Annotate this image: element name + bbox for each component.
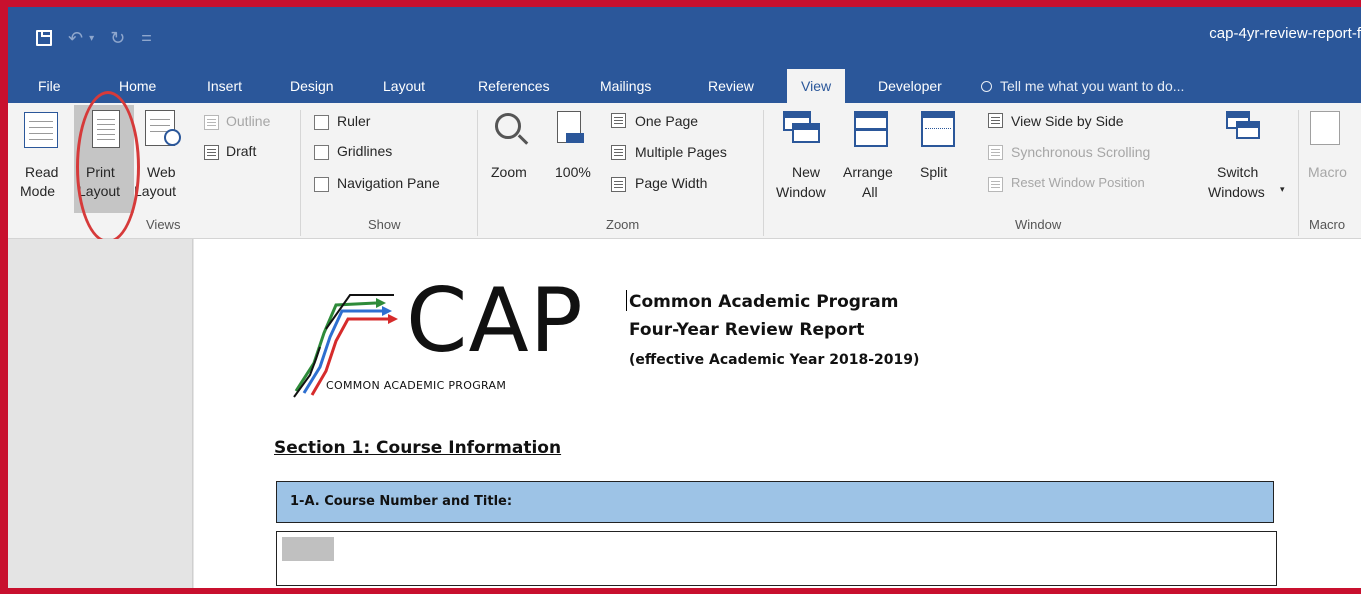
navigation-pane-checkbox[interactable] <box>314 177 329 192</box>
read-mode-label-1[interactable]: Read <box>25 164 58 180</box>
title-bar: ↶ ▾ ↻ = cap-4yr-review-report-f <box>8 7 1361 69</box>
one-page-button[interactable]: One Page <box>635 113 698 129</box>
course-field-label: 1-A. Course Number and Title: <box>290 494 513 509</box>
tab-file[interactable]: File <box>38 69 61 103</box>
lightbulb-icon <box>981 81 992 92</box>
new-window-icon-2 <box>792 123 820 143</box>
heading-program: Common Academic Program <box>629 292 899 312</box>
separator <box>1298 110 1299 236</box>
draft-button[interactable]: Draft <box>226 143 256 159</box>
tab-layout[interactable]: Layout <box>383 69 425 103</box>
globe-icon <box>164 129 181 146</box>
reset-position-button[interactable]: Reset Window Position <box>1011 175 1145 190</box>
split-icon[interactable] <box>921 111 955 147</box>
section-heading: Section 1: Course Information <box>274 438 562 458</box>
page-width-button[interactable]: Page Width <box>635 175 707 191</box>
window-group-label: Window <box>1015 217 1062 232</box>
annotation-ellipse <box>76 91 140 243</box>
web-layout-label-1[interactable]: Web <box>147 164 176 180</box>
side-by-side-icon <box>988 113 1003 128</box>
ribbon-tabs: File Home Insert Design Layout Reference… <box>8 69 1361 103</box>
navigation-pane-label: Navigation Pane <box>337 175 440 191</box>
read-mode-label-2[interactable]: Mode <box>20 183 55 199</box>
new-window-label-2[interactable]: Window <box>776 184 826 200</box>
multiple-pages-icon <box>611 145 626 160</box>
one-page-icon <box>611 113 626 128</box>
sync-scroll-icon <box>988 145 1003 160</box>
cap-logo-word: CAP <box>406 269 584 372</box>
macros-icon[interactable] <box>1310 111 1340 145</box>
read-mode-icon[interactable] <box>24 112 58 148</box>
ruler-checkbox[interactable] <box>314 115 329 130</box>
gridlines-label: Gridlines <box>337 143 393 159</box>
undo-dropdown-icon[interactable]: ▾ <box>89 33 94 44</box>
quick-access-toolbar: ↶ ▾ ↻ = <box>8 7 152 69</box>
tab-view[interactable]: View <box>787 69 846 103</box>
split-button[interactable]: Split <box>920 164 947 180</box>
tab-review[interactable]: Review <box>708 69 754 103</box>
switch-windows-dropdown-icon[interactable]: ▾ <box>1280 184 1285 195</box>
arrange-all-label-2[interactable]: All <box>862 184 878 200</box>
hundred-percent-button[interactable]: 100% <box>555 164 591 180</box>
save-icon[interactable] <box>36 30 52 46</box>
reset-position-icon <box>988 177 1003 192</box>
document-title: cap-4yr-review-report-f <box>1209 25 1361 42</box>
zoom-button[interactable]: Zoom <box>491 164 527 180</box>
outline-button[interactable]: Outline <box>226 113 270 129</box>
zoom-group-label: Zoom <box>606 217 640 232</box>
views-group-label: Views <box>146 217 181 232</box>
outline-icon <box>204 115 219 130</box>
macros-button[interactable]: Macro <box>1308 164 1347 180</box>
sync-scroll-button[interactable]: Synchronous Scrolling <box>1011 144 1150 160</box>
tab-design[interactable]: Design <box>290 69 334 103</box>
cap-logo-subtitle: COMMON ACADEMIC PROGRAM <box>326 379 507 392</box>
ruler-label: Ruler <box>337 113 371 129</box>
course-field-input[interactable] <box>276 531 1277 586</box>
multiple-pages-button[interactable]: Multiple Pages <box>635 144 727 160</box>
macros-group-label: Macro <box>1309 217 1346 232</box>
undo-icon[interactable]: ↶ <box>68 29 83 47</box>
text-cursor <box>626 290 627 311</box>
form-field-placeholder[interactable] <box>282 537 334 561</box>
hundred-badge <box>566 133 584 143</box>
separator <box>300 110 301 236</box>
gridlines-checkbox[interactable] <box>314 145 329 160</box>
switch-windows-icon-2 <box>1236 121 1260 139</box>
heading-year: (effective Academic Year 2018-2019) <box>629 352 920 368</box>
course-field-header: 1-A. Course Number and Title: <box>276 481 1274 523</box>
customize-qat-icon[interactable]: = <box>141 29 152 47</box>
switch-windows-label-2[interactable]: Windows <box>1208 184 1265 200</box>
left-margin-pane <box>8 239 193 588</box>
switch-windows-label-1[interactable]: Switch <box>1217 164 1258 180</box>
show-group-label: Show <box>368 217 401 232</box>
web-layout-label-2[interactable]: Layout <box>134 183 176 199</box>
tell-me-text: Tell me what you want to do... <box>1000 78 1185 94</box>
tab-mailings[interactable]: Mailings <box>600 69 651 103</box>
tab-home[interactable]: Home <box>119 69 156 103</box>
arrange-all-icon[interactable] <box>854 111 888 147</box>
side-by-side-button[interactable]: View Side by Side <box>1011 113 1124 129</box>
tab-references[interactable]: References <box>478 69 550 103</box>
redo-icon[interactable]: ↻ <box>110 29 125 47</box>
tab-developer[interactable]: Developer <box>878 69 942 103</box>
heading-report: Four-Year Review Report <box>629 320 865 340</box>
separator <box>763 110 764 236</box>
tell-me-search[interactable]: Tell me what you want to do... <box>981 69 1184 103</box>
word-window: ↶ ▾ ↻ = cap-4yr-review-report-f File Hom… <box>8 7 1361 588</box>
tab-insert[interactable]: Insert <box>207 69 242 103</box>
page-width-icon <box>611 177 626 192</box>
new-window-label-1[interactable]: New <box>792 164 820 180</box>
draft-icon <box>204 145 219 160</box>
arrange-all-label-1[interactable]: Arrange <box>843 164 893 180</box>
separator <box>477 110 478 236</box>
